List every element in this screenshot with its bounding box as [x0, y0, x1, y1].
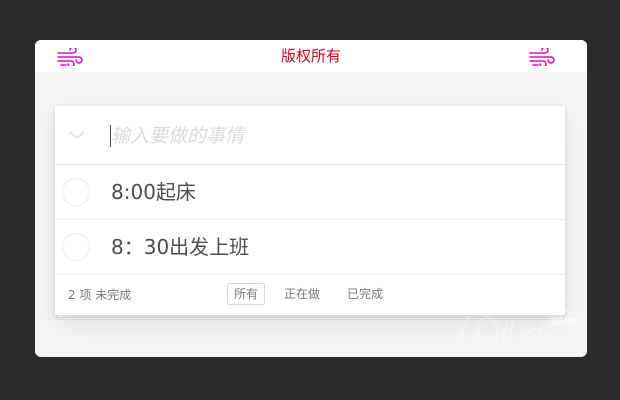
items-left-count: 2 项 未完成: [68, 288, 132, 302]
chevron-down-icon[interactable]: [67, 128, 87, 142]
site-watermark-logo: [456, 309, 577, 344]
todo-label: 8：30出发上班: [111, 235, 250, 259]
todo-label: 8:00起床: [111, 180, 196, 204]
filter-completed[interactable]: 已完成: [340, 283, 390, 305]
top-bar: 版权所有: [35, 40, 587, 72]
page-title: 版权所有: [280, 47, 341, 65]
todo-item[interactable]: 8:00起床: [55, 165, 565, 220]
todo-item[interactable]: 8：30出发上班: [55, 220, 565, 275]
todo-checkbox[interactable]: [62, 178, 90, 206]
filter-all[interactable]: 所有: [227, 283, 266, 305]
new-todo-row: [55, 106, 565, 165]
todo-checkbox[interactable]: [62, 233, 90, 261]
new-todo-input[interactable]: [111, 122, 531, 150]
filter-active[interactable]: 正在做: [277, 283, 327, 305]
todo-app: 8:00起床 8：30出发上班 2 项 未完成 所有 正在做 已完成: [55, 106, 565, 320]
todo-card: 8:00起床 8：30出发上班 2 项 未完成 所有 正在做 已完成: [55, 106, 565, 315]
wind-icon: [529, 48, 555, 66]
